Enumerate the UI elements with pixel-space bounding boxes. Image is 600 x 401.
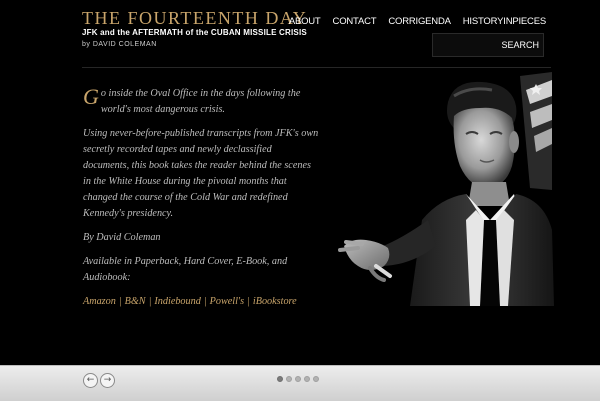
slide-dot[interactable] [286,376,292,382]
intro-paragraph: Go inside the Oval Office in the days fo… [83,86,319,118]
link-separator: | [118,296,122,307]
arrow-left-circle-icon: ← [86,375,95,385]
link-separator: | [203,296,207,307]
search-button[interactable]: SEARCH [501,40,539,50]
link-powells[interactable]: Powell's [210,296,244,307]
author-byline: by DAVID COLEMAN [82,41,157,48]
slide-dot[interactable] [304,376,310,382]
search-input[interactable] [433,34,503,56]
prev-slide-button[interactable]: ← [83,373,98,388]
buy-links: Amazon | B&N | Indiebound | Powell's | iBookstor… [83,294,319,310]
next-slide-button[interactable]: → [100,373,115,388]
main-nav: ABOUT CONTACT CORRIGENDA HISTORYINPIECES [289,16,546,27]
nav-corrigenda[interactable]: CORRIGENDA [388,16,451,27]
availability-line: Available in Paperback, Hard Cover, E-Bo… [83,256,288,283]
nav-contact[interactable]: CONTACT [333,16,377,27]
slider-footer-bar: ← → [0,365,600,401]
link-separator: | [148,296,152,307]
arrow-right-circle-icon: → [103,375,112,385]
nav-historyinpieces[interactable]: HISTORYINPIECES [463,16,546,27]
slide-dot[interactable] [295,376,301,382]
slide-dot[interactable] [313,376,319,382]
intro-text-body: o inside the Oval Office in the days fol… [100,88,301,115]
link-amazon[interactable]: Amazon [83,296,116,307]
link-separator: | [247,296,250,307]
slide-dot[interactable] [277,376,283,382]
slide-indicator [277,376,319,382]
nav-about[interactable]: ABOUT [289,16,321,27]
link-indiebound[interactable]: Indiebound [154,296,200,307]
site-subtitle: JFK and the AFTERMATH of the CUBAN MISSI… [82,28,307,37]
link-bn[interactable]: B&N [125,296,146,307]
drop-cap: G [83,84,99,109]
jfk-portrait-image [338,72,554,306]
search-box: SEARCH [432,33,544,57]
author-line: By David Coleman [83,232,161,243]
site-title[interactable]: THE FOURTEENTH DAY [82,8,307,29]
link-ibookstore[interactable]: iBookstore [253,296,297,307]
intro-text: Go inside the Oval Office in the days fo… [83,86,319,318]
description-paragraph: Using never-before-published transcripts… [83,128,319,219]
flag-graphic [520,72,552,190]
header-divider [82,67,551,68]
